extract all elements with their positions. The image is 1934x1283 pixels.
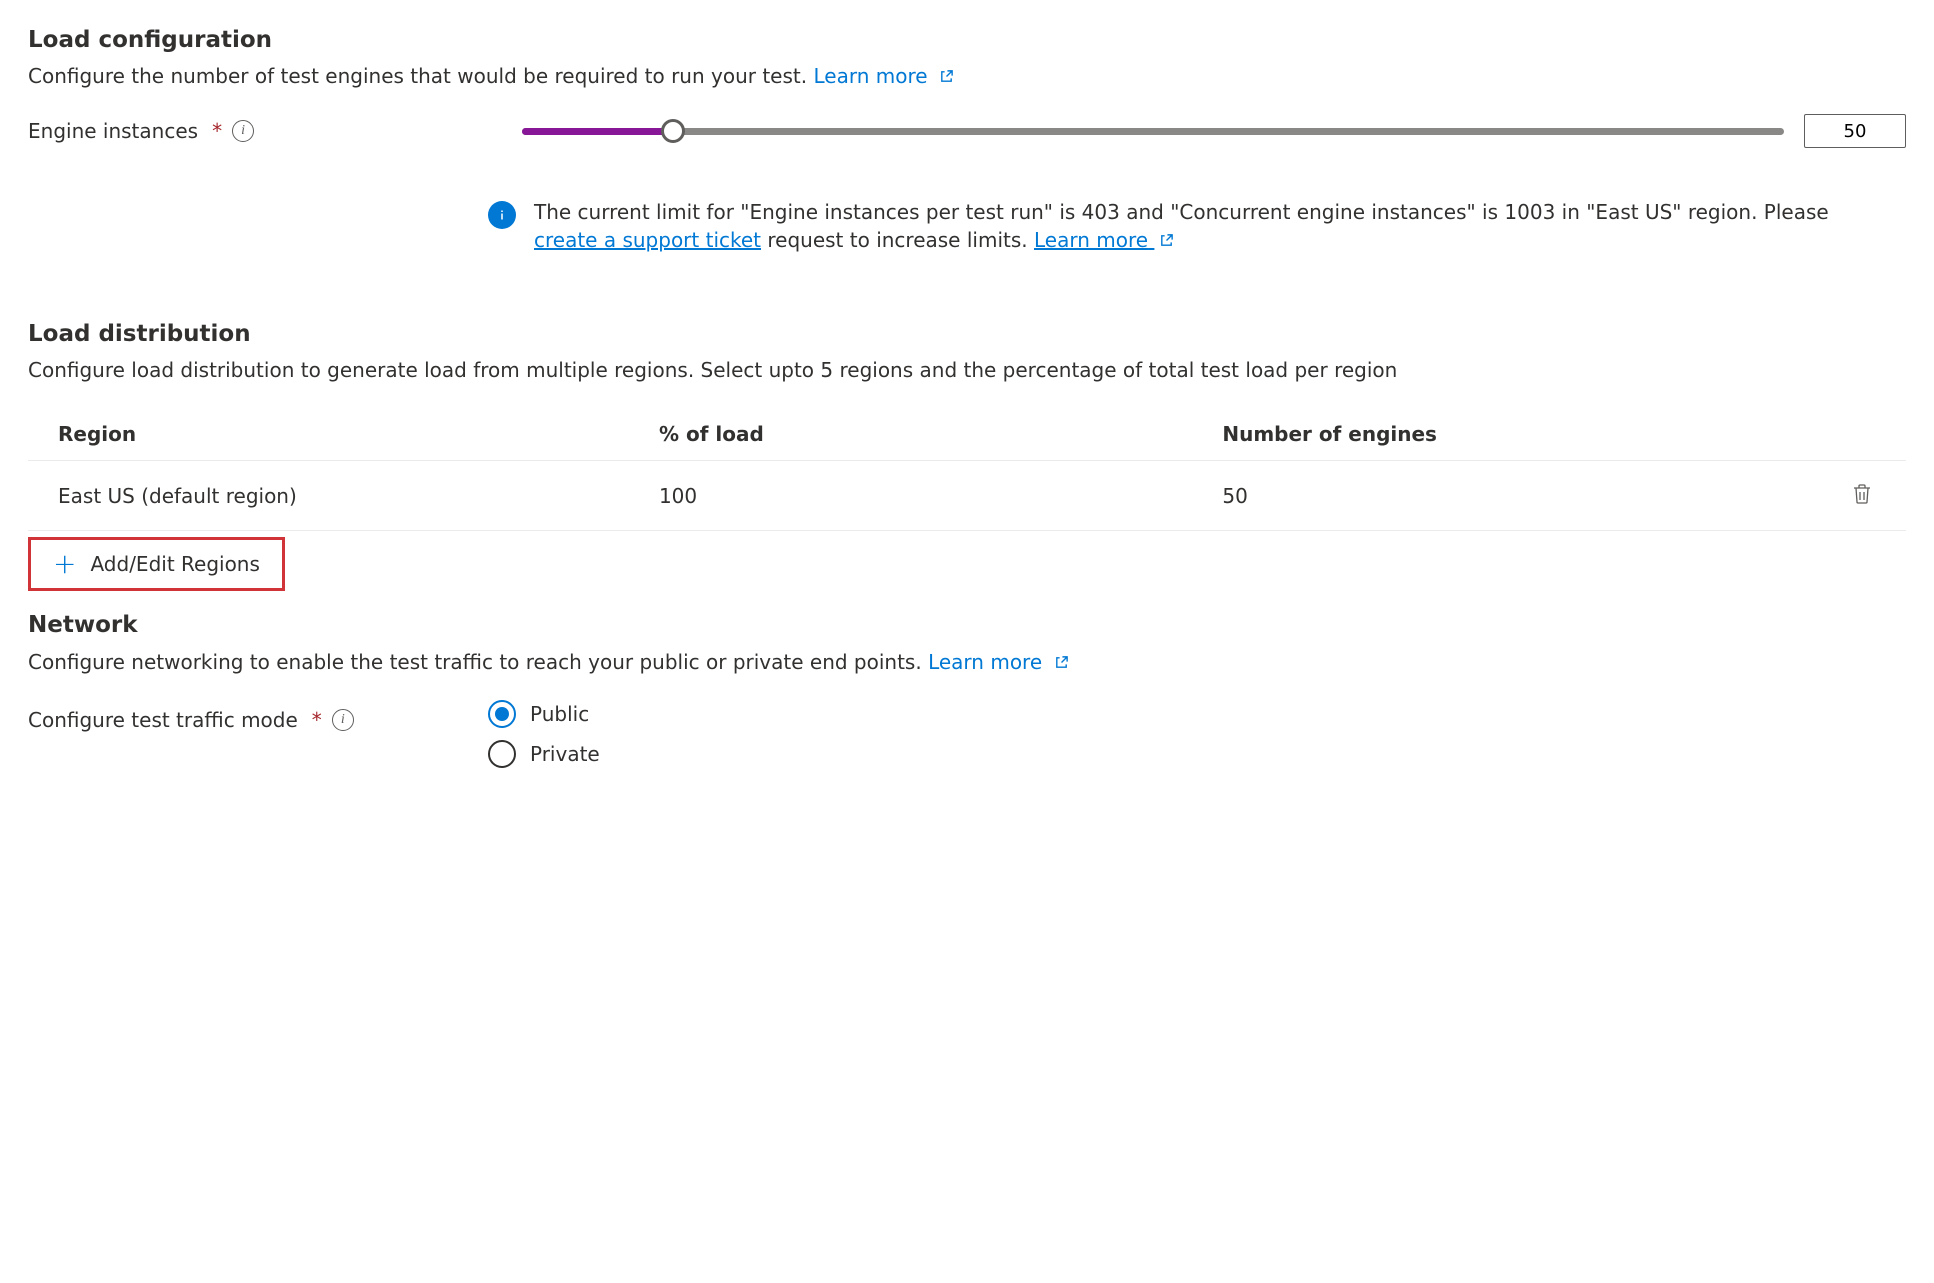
cell-num: 50	[1192, 461, 1818, 531]
external-link-icon	[1049, 650, 1069, 674]
load-dist-title: Load distribution	[28, 318, 1906, 350]
engine-instances-label: Engine instances * i	[28, 117, 488, 145]
load-config-desc: Configure the number of test engines tha…	[28, 62, 1906, 90]
add-edit-regions-button[interactable]: + Add/Edit Regions	[28, 537, 285, 591]
cell-pct: 100	[629, 461, 1192, 531]
engine-limit-info: The current limit for "Engine instances …	[488, 198, 1906, 254]
traffic-mode-private-radio[interactable]: Private	[488, 740, 600, 768]
slider-fill	[522, 128, 673, 135]
engine-instances-input[interactable]	[1804, 114, 1906, 148]
load-config-learn-more-link[interactable]: Learn more	[813, 64, 953, 88]
create-support-ticket-link[interactable]: create a support ticket	[534, 228, 761, 252]
cell-region: East US (default region)	[28, 461, 629, 531]
info-icon	[488, 201, 516, 229]
load-dist-desc: Configure load distribution to generate …	[28, 356, 1906, 384]
radio-selected-icon	[488, 700, 516, 728]
network-learn-more-link[interactable]: Learn more	[928, 650, 1068, 674]
network-title: Network	[28, 609, 1906, 641]
limits-learn-more-link[interactable]: Learn more	[1034, 228, 1174, 252]
traffic-mode-label: Configure test traffic mode * i	[28, 700, 488, 734]
traffic-mode-row: Configure test traffic mode * i Public P…	[28, 700, 1906, 780]
load-distribution-section: Load distribution Configure load distrib…	[28, 318, 1906, 591]
col-region: Region	[28, 408, 629, 461]
delete-region-button[interactable]	[1848, 479, 1876, 512]
info-icon[interactable]: i	[332, 709, 354, 731]
required-asterisk: *	[312, 706, 322, 734]
info-icon[interactable]: i	[232, 120, 254, 142]
external-link-icon	[1154, 228, 1174, 252]
engine-instances-slider[interactable]	[522, 128, 1784, 135]
network-section: Network Configure networking to enable t…	[28, 609, 1906, 779]
col-num: Number of engines	[1192, 408, 1818, 461]
table-row: East US (default region) 100 50	[28, 461, 1906, 531]
traffic-mode-public-radio[interactable]: Public	[488, 700, 600, 728]
load-config-title: Load configuration	[28, 24, 1906, 56]
slider-thumb[interactable]	[661, 119, 685, 143]
engine-instances-row: Engine instances * i	[28, 114, 1906, 148]
external-link-icon	[934, 64, 954, 88]
col-pct: % of load	[629, 408, 1192, 461]
load-configuration-section: Load configuration Configure the number …	[28, 24, 1906, 254]
radio-unselected-icon	[488, 740, 516, 768]
network-desc: Configure networking to enable the test …	[28, 648, 1906, 676]
regions-table: Region % of load Number of engines East …	[28, 408, 1906, 531]
trash-icon	[1852, 493, 1872, 508]
plus-icon: +	[53, 550, 76, 578]
required-asterisk: *	[212, 117, 222, 145]
